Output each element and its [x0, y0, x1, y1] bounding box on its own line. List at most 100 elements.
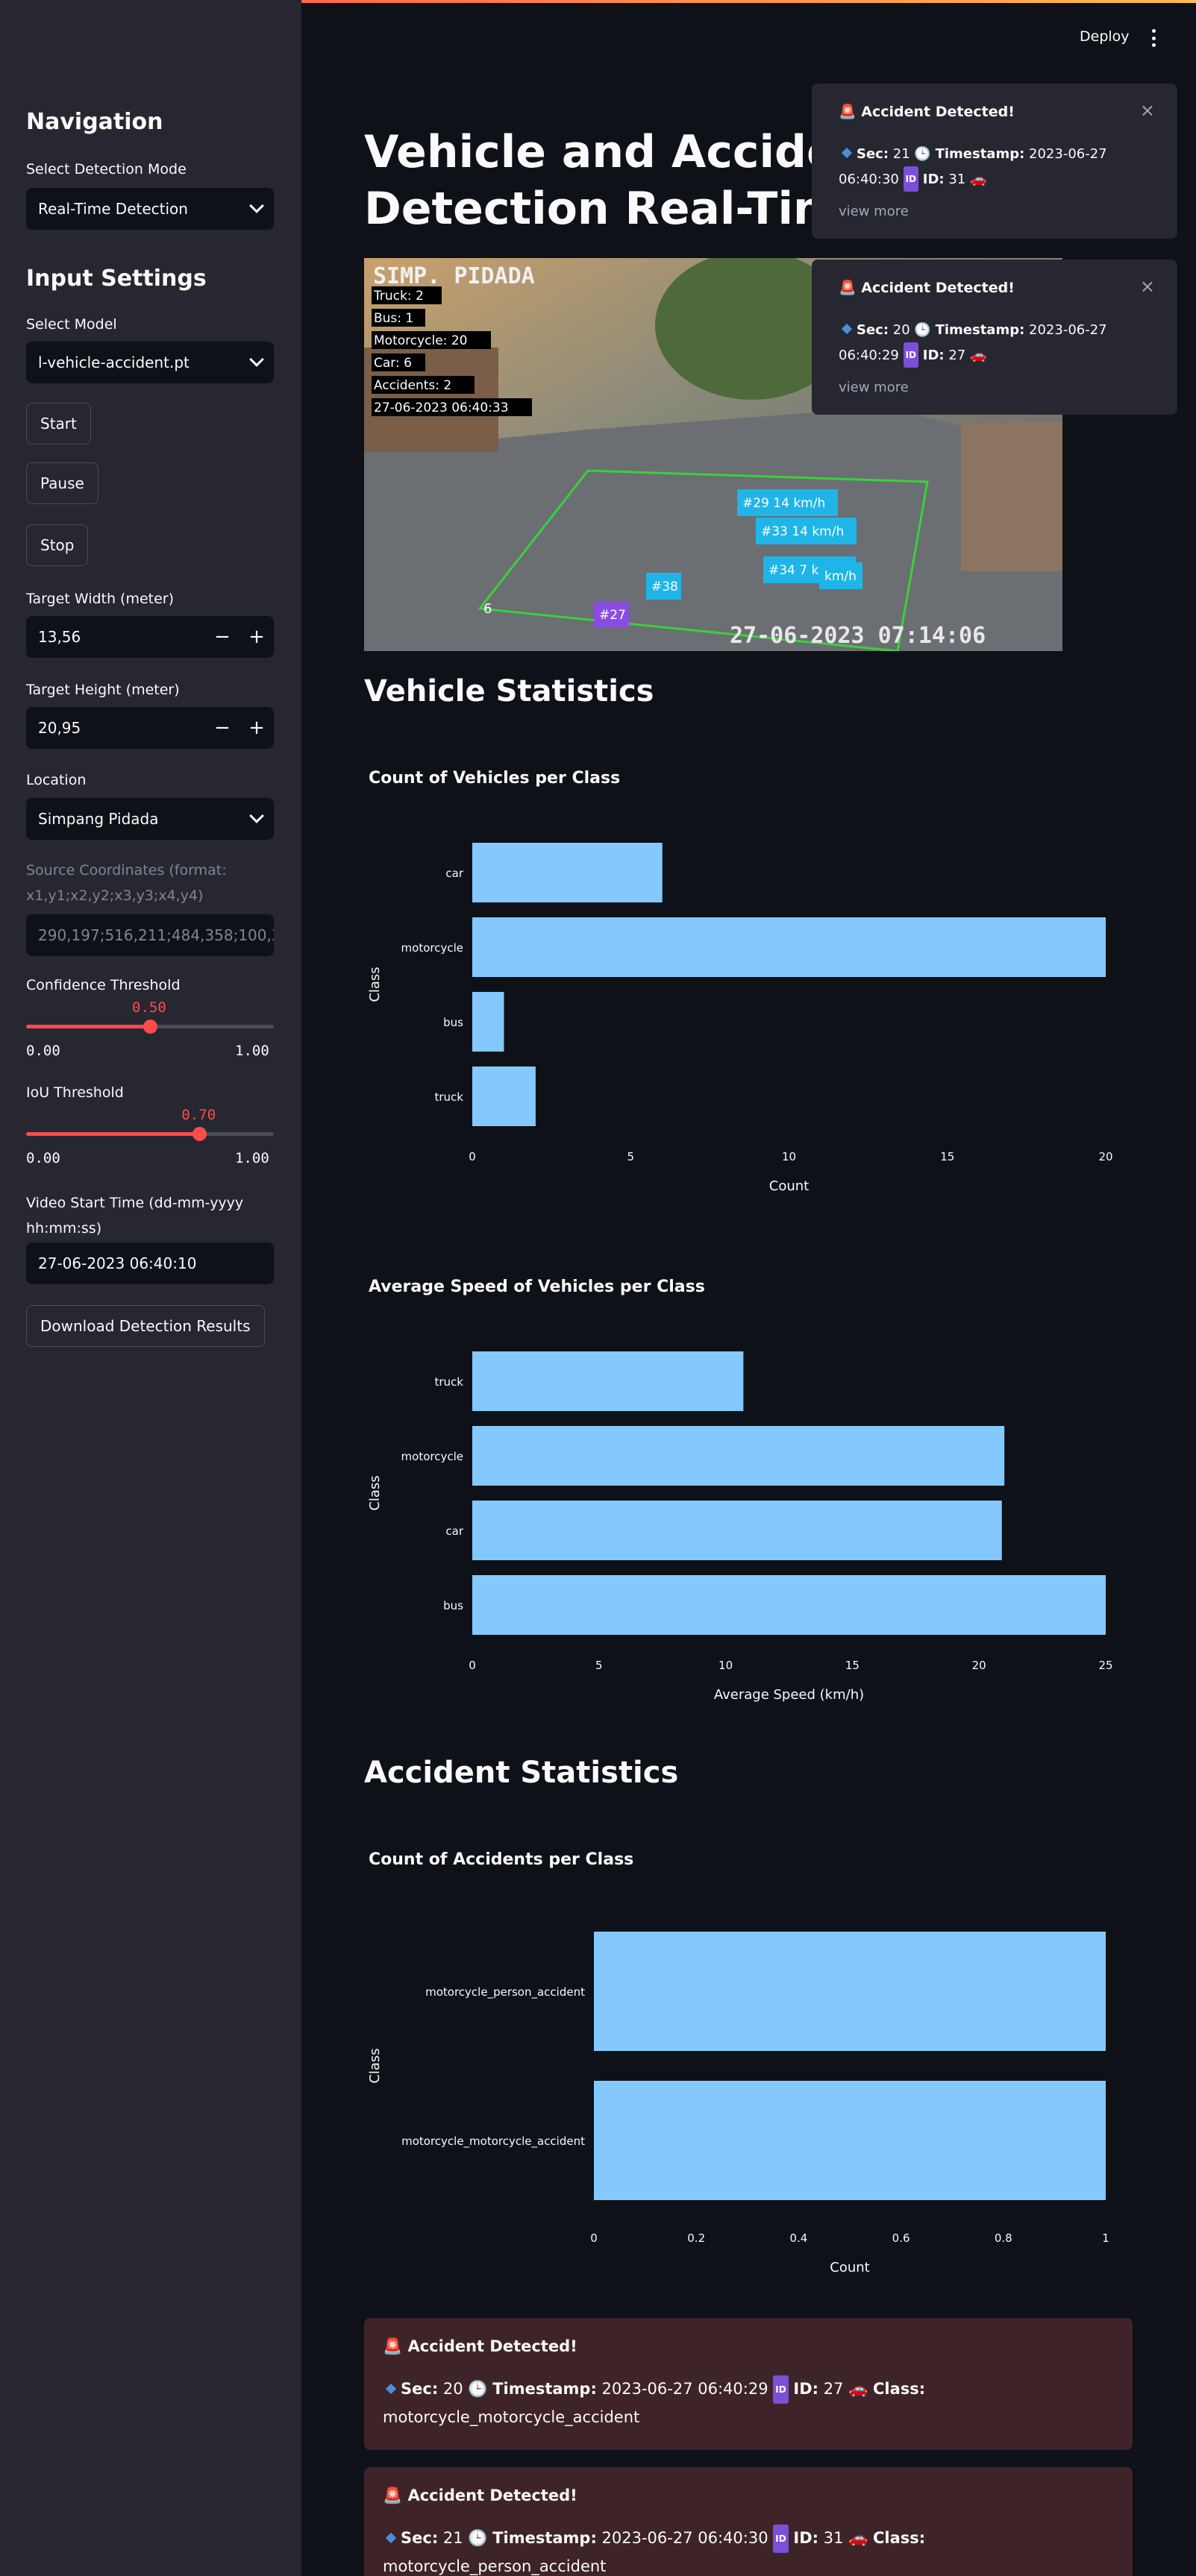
car-icon: 🚗: [969, 348, 987, 363]
id-value: 27: [948, 348, 966, 363]
iou-min: 0.00: [26, 1150, 60, 1166]
x-tick-label: 0: [469, 1150, 476, 1163]
overlay-line: Bus: 1: [374, 311, 413, 326]
close-icon[interactable]: ×: [1140, 276, 1155, 297]
bar: [472, 1351, 744, 1411]
vehicle-tag-label: km/h: [824, 569, 857, 584]
id-label: ID:: [793, 2380, 819, 2398]
iou-slider[interactable]: [26, 1127, 274, 1141]
iou-slider-fill: [26, 1132, 200, 1136]
chevron-down-icon: [249, 352, 264, 367]
chart-title: Average Speed of Vehicles per Class: [369, 1278, 705, 1296]
view-more-link[interactable]: view more: [839, 380, 1150, 395]
alert-title: Accident Detected!: [407, 2337, 577, 2355]
height-decrement-button[interactable]: −: [205, 717, 239, 739]
mode-select-value: Real-Time Detection: [38, 200, 188, 218]
overlay-line: 27-06-2023 06:40:33: [374, 400, 509, 415]
deploy-button[interactable]: Deploy: [1080, 28, 1130, 45]
sidebar: Navigation Select Detection Mode Real-Ti…: [0, 0, 301, 2576]
category-label: car: [445, 867, 463, 880]
confidence-slider[interactable]: [26, 1020, 274, 1034]
start-time-input[interactable]: 27-06-2023 06:40:10: [26, 1243, 274, 1284]
clock-icon: 🕒: [914, 322, 931, 338]
car-icon: 🚗: [848, 2380, 868, 2398]
location-select[interactable]: Simpang Pidada: [26, 798, 274, 840]
bar: [472, 1066, 536, 1126]
nav-title: Navigation: [26, 109, 163, 135]
clock-icon: 🕒: [914, 146, 931, 162]
model-select-value: l-vehicle-accident.pt: [38, 354, 190, 371]
height-increment-button[interactable]: +: [239, 717, 274, 739]
height-value[interactable]: 20,95: [26, 719, 205, 737]
car-icon: 🚗: [969, 172, 987, 187]
chevron-down-icon: [249, 198, 264, 213]
car-icon: 🚗: [848, 2529, 868, 2547]
main-menu-icon[interactable]: [1146, 27, 1161, 49]
stop-button[interactable]: Stop: [26, 524, 89, 566]
x-tick-label: 0: [590, 2231, 598, 2245]
width-increment-button[interactable]: +: [239, 626, 274, 648]
category-label: motorcycle: [401, 941, 463, 955]
id-icon: ID: [773, 2375, 789, 2404]
video-timestamp: 27-06-2023 07:14:06: [730, 623, 986, 649]
id-icon: ID: [903, 342, 919, 368]
category-label: bus: [443, 1016, 463, 1029]
bar: [472, 843, 663, 902]
category-label: bus: [443, 1599, 463, 1612]
view-more-link[interactable]: view more: [839, 204, 1150, 219]
class-value: motorcycle_motorcycle_accident: [383, 2408, 640, 2426]
y-axis-label: Class: [367, 1475, 383, 1510]
vehicle-tag-label: #29 14 km/h: [742, 496, 825, 511]
download-results-button[interactable]: Download Detection Results: [26, 1305, 265, 1347]
height-input[interactable]: 20,95 − +: [26, 707, 274, 749]
x-axis-label: Count: [830, 2260, 869, 2275]
x-tick-label: 10: [718, 1659, 733, 1672]
mode-select[interactable]: Real-Time Detection: [26, 188, 274, 230]
iou-slider-thumb[interactable]: [192, 1127, 207, 1141]
pause-button[interactable]: Pause: [26, 462, 98, 504]
bar: [472, 992, 504, 1052]
vehicle-count-chart: Count of Vehicles per Class car motorcycle…: [367, 769, 1113, 1194]
confidence-max: 1.00: [235, 1043, 269, 1059]
x-tick-label: 15: [845, 1659, 860, 1672]
alert-title: Accident Detected!: [407, 2487, 577, 2504]
location-banner: SIMP. PIDADA: [373, 263, 535, 289]
diamond-icon: [841, 147, 853, 159]
overlay-line: Accidents: 2: [374, 378, 451, 393]
accident-count-chart: Count of Accidents per Class motorcycle_p…: [367, 1850, 1109, 2275]
zone-label: 6: [483, 601, 492, 617]
confidence-slider-thumb[interactable]: [143, 1020, 157, 1034]
iou-label: IoU Threshold: [26, 1084, 124, 1101]
bar: [472, 917, 1106, 977]
sec-label: Sec:: [857, 322, 889, 338]
category-label: car: [445, 1524, 463, 1538]
accident-alert: 🚨 Accident Detected! Sec: 20 🕒 Timestamp…: [364, 2318, 1133, 2450]
coords-label: Source Coordinates (format: x1,y1;x2,y2;…: [26, 862, 227, 904]
chart-title: Count of Vehicles per Class: [369, 769, 620, 788]
category-label: truck: [435, 1090, 464, 1104]
toast-title: Accident Detected!: [861, 280, 1015, 296]
close-icon[interactable]: ×: [1140, 100, 1155, 121]
class-label: Class:: [873, 2380, 926, 2398]
width-value[interactable]: 13,56: [26, 628, 205, 646]
sec-label: Sec:: [401, 2529, 439, 2547]
class-label: Class:: [873, 2529, 926, 2547]
category-label: motorcycle_person_accident: [425, 1985, 585, 1999]
category-label: motorcycle_motorcycle_accident: [401, 2134, 585, 2149]
start-button[interactable]: Start: [26, 403, 91, 444]
sec-value: 20: [892, 322, 910, 338]
vehicle-tag-label: #38: [651, 579, 678, 594]
id-label: ID:: [922, 172, 945, 187]
input-settings-title: Input Settings: [26, 266, 207, 292]
timestamp-label: Timestamp:: [935, 322, 1025, 338]
x-tick-label: 0.6: [892, 2231, 910, 2245]
model-select[interactable]: l-vehicle-accident.pt: [26, 342, 274, 383]
coords-input[interactable]: 290,197;516,211;484,358;100,33: [26, 914, 274, 956]
width-decrement-button[interactable]: −: [205, 626, 239, 648]
location-select-value: Simpang Pidada: [38, 810, 159, 828]
id-value: 31: [823, 2529, 844, 2547]
vehicle-speed-chart: Average Speed of Vehicles per Class truck…: [367, 1278, 1113, 1703]
siren-icon: 🚨: [383, 2487, 403, 2504]
width-input[interactable]: 13,56 − +: [26, 616, 274, 658]
accident-stats-title: Accident Statistics: [364, 1756, 679, 1790]
